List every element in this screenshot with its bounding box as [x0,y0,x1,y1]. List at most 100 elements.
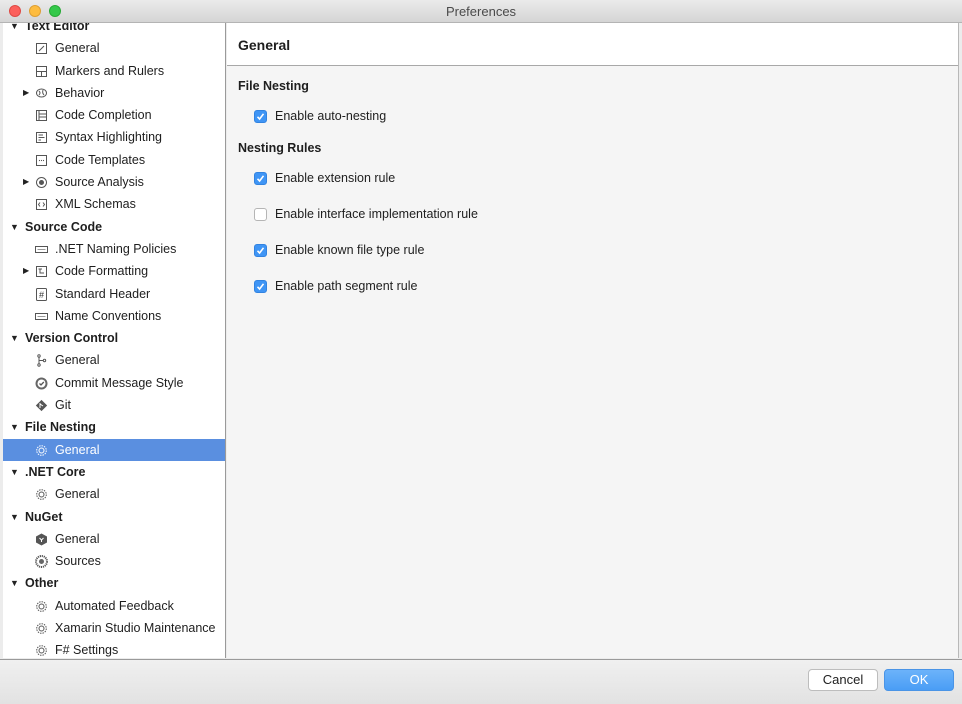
sidebar-category-source-code[interactable]: ▼ Source Code [3,216,225,238]
checkmark-icon [256,282,265,290]
sidebar-item-label: Commit Message Style [55,375,184,390]
sidebar-item-general[interactable]: General [3,37,225,59]
sidebar-category-other[interactable]: ▼ Other [3,572,225,594]
sidebar-item-standard-header[interactable]: # Standard Header [3,283,225,305]
expand-arrow-icon[interactable]: ▶ [23,82,29,104]
sidebar-item-label: Xamarin Studio Maintenance [55,621,216,636]
sidebar-item-behavior[interactable]: ▶ Behavior [3,82,225,104]
preferences-tree: ▼ Text Editor General Markers and Rulers ▶ Be… [3,23,225,658]
sidebar-item-name-conventions[interactable]: Name Conventions [3,305,225,327]
formatting-icon [35,265,48,278]
sidebar-item-automated-feedback[interactable]: Automated Feedback [3,595,225,617]
sidebar-item-commit-message-style[interactable]: Commit Message Style [3,372,225,394]
nesting-rule-label: Enable interface implementation rule [275,207,478,221]
sidebar-item-source-analysis[interactable]: ▶ Source Analysis [3,171,225,193]
sidebar-item-label: Markers and Rulers [55,63,165,78]
nesting-rule-label: Enable extension rule [275,171,396,185]
target-icon [35,176,48,189]
category-label: Other [25,576,59,591]
dialog-footer: Cancel OK [0,659,962,704]
nesting-rules-heading: Nesting Rules [238,141,322,155]
sidebar-item-label: Sources [55,554,101,569]
sidebar-item-xml-schemas[interactable]: XML Schemas [3,193,225,215]
sidebar-item-label: General [55,41,100,56]
ellipsis-box-icon [35,154,48,167]
sidebar-item-label: XML Schemas [55,197,136,212]
nesting-rule-checkbox[interactable] [254,207,267,221]
sidebar-item-label: Standard Header [55,286,151,301]
disclosure-triangle-icon[interactable]: ▼ [10,572,19,594]
sidebar-item-general[interactable]: General [3,483,225,505]
sidebar-item-general[interactable]: General [3,438,225,461]
auto-nesting-checkbox[interactable] [254,109,267,123]
disclosure-triangle-icon[interactable]: ▼ [10,461,19,483]
xml-icon [35,198,48,211]
category-label: .NET Core [25,464,86,479]
sidebar-item-syntax-highlighting[interactable]: Syntax Highlighting [3,126,225,148]
nesting-rule-label: Enable path segment rule [275,279,418,293]
grid-icon [35,65,48,78]
nesting-rule-checkbox[interactable] [254,243,267,257]
window-title: Preferences [445,4,517,19]
sidebar-item-label: Code Formatting [55,264,149,279]
hash-icon: # [35,287,48,301]
nesting-rule-row[interactable]: Enable interface implementation rule [254,206,478,222]
sidebar-item-label: General [55,442,100,457]
sidebar-category-nuget[interactable]: ▼ NuGet [3,506,225,528]
gear-icon [35,644,48,657]
sidebar-category-net-core[interactable]: ▼ .NET Core [3,461,225,483]
sidebar-item-xamarin-studio-maintenance[interactable]: Xamarin Studio Maintenance [3,617,225,639]
sidebar-item-markers-and-rulers[interactable]: Markers and Rulers [3,60,225,82]
nesting-rule-row[interactable]: Enable path segment rule [254,278,417,294]
auto-nesting-label: Enable auto-nesting [275,109,387,123]
cancel-button[interactable]: Cancel [808,669,878,691]
svg-text:#: # [39,290,44,300]
panel-title: General [238,37,291,53]
sidebar-item-general[interactable]: General [3,528,225,550]
sidebar-item-general[interactable]: General [3,349,225,371]
category-label: Source Code [25,219,103,234]
sidebar-category-file-nesting[interactable]: ▼ File Nesting [3,416,225,438]
disclosure-triangle-icon[interactable]: ▼ [10,23,19,37]
syntax-icon [35,131,48,144]
checkmark-icon [256,174,265,182]
category-label: Version Control [25,331,119,346]
sidebar-item-sources[interactable]: Sources [3,550,225,572]
nesting-rule-label: Enable known file type rule [275,243,425,257]
gear-icon [35,444,48,457]
sidebar-item-label: Code Completion [55,108,152,123]
sidebar-category-version-control[interactable]: ▼ Version Control [3,327,225,349]
nuget-icon [35,533,48,546]
expand-arrow-icon[interactable]: ▶ [23,171,29,193]
category-label: NuGet [25,509,63,524]
gear-icon [35,488,48,501]
sidebar-category-text-editor[interactable]: ▼ Text Editor [3,23,225,37]
expand-arrow-icon[interactable]: ▶ [23,260,29,282]
auto-nesting-checkbox-row[interactable]: Enable auto-nesting [254,108,386,124]
sidebar-item-label: General [55,531,100,546]
brain-icon [35,87,48,100]
sidebar-item-code-templates[interactable]: Code Templates [3,149,225,171]
sidebar-item-git[interactable]: Git [3,394,225,416]
sidebar-item-label: Source Analysis [55,175,144,190]
list-icon [35,109,48,122]
disclosure-triangle-icon[interactable]: ▼ [10,216,19,238]
checkmark-icon [256,112,265,120]
ok-button[interactable]: OK [884,669,954,691]
sidebar-item-code-formatting[interactable]: ▶ Code Formatting [3,260,225,282]
sidebar-item-code-completion[interactable]: Code Completion [3,104,225,126]
checkmark-icon [256,246,265,254]
preferences-sidebar[interactable]: ▼ Text Editor General Markers and Rulers ▶ Be… [3,23,226,658]
sidebar-item-label: Code Templates [55,152,146,167]
sidebar-item-label: General [55,487,100,502]
disclosure-triangle-icon[interactable]: ▼ [10,327,19,349]
sidebar-item-net-naming-policies[interactable]: .NET Naming Policies [3,238,225,260]
sidebar-item-f-settings[interactable]: F# Settings [3,639,225,658]
disclosure-triangle-icon[interactable]: ▼ [10,506,19,528]
nesting-rule-row[interactable]: Enable known file type rule [254,242,424,258]
nesting-rule-checkbox[interactable] [254,171,267,185]
sidebar-item-label: Behavior [55,85,105,100]
nesting-rule-checkbox[interactable] [254,279,267,293]
nesting-rule-row[interactable]: Enable extension rule [254,170,395,186]
disclosure-triangle-icon[interactable]: ▼ [10,416,19,438]
